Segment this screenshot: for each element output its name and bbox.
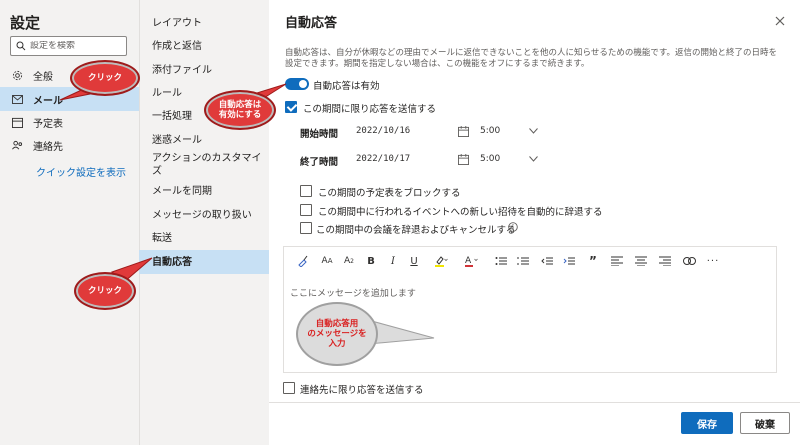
link-icon[interactable] — [682, 254, 696, 268]
start-date-value: 2022/10/16 — [356, 126, 411, 136]
numbering-icon[interactable] — [516, 254, 530, 268]
period-only-checkbox[interactable] — [285, 101, 297, 113]
start-time-label: 開始時間 — [300, 129, 339, 140]
pane-scrollbar[interactable] — [792, 40, 796, 400]
bold-icon[interactable]: B — [364, 254, 378, 268]
decline-cancel-checkbox[interactable] — [300, 222, 312, 234]
start-date-field[interactable]: 2022/10/16 — [356, 121, 469, 141]
period-only-label: この期間に限り応答を送信する — [303, 104, 437, 115]
end-date-field[interactable]: 2022/10/17 — [356, 149, 469, 169]
superscript-icon[interactable]: A2 — [342, 254, 356, 268]
annotation-enable-autoreply: 自動応答は 有効にする — [204, 90, 276, 130]
annotation-message-line1: 自動応答用 — [315, 319, 359, 329]
align-center-icon[interactable] — [634, 254, 648, 268]
font-color-icon[interactable]: A — [464, 254, 478, 268]
nav-people[interactable]: 連絡先 — [0, 133, 139, 157]
end-time-field[interactable]: 5:00 — [480, 149, 538, 169]
block-calendar-label: この期間の予定表をブロックする — [318, 188, 461, 199]
end-time-value: 5:00 — [480, 154, 501, 164]
start-time-value: 5:00 — [480, 126, 501, 136]
decline-cancel-label: この期間中の会議を辞退およびキャンセルする — [316, 225, 516, 236]
contacts-only-label: 連絡先に限り応答を送信する — [300, 385, 424, 396]
end-time-label: 終了時間 — [300, 157, 339, 168]
discard-button[interactable]: 破棄 — [740, 412, 790, 434]
annotation-enable-line2: 有効にする — [218, 110, 262, 120]
annotation-enable-text: 自動応答は 有効にする — [219, 100, 262, 120]
decrease-indent-icon[interactable] — [540, 254, 554, 268]
save-button[interactable]: 保存 — [681, 412, 733, 434]
highlight-icon[interactable] — [434, 254, 448, 268]
chevron-down-icon[interactable] — [529, 128, 538, 134]
nav-general-label: 全般 — [33, 71, 53, 83]
calendar-picker-icon[interactable] — [458, 153, 469, 165]
pane-description: 自動応答は、自分が休暇などの理由でメールに返信できないことを他の人に知らせるため… — [285, 48, 777, 69]
start-time-field[interactable]: 5:00 — [480, 121, 538, 141]
editor-placeholder: ここにメッセージを追加します — [290, 289, 416, 299]
increase-indent-icon[interactable] — [562, 254, 576, 268]
nav-calendar[interactable]: 予定表 — [0, 110, 139, 134]
auto-reply-toggle-label: 自動応答は有効 — [313, 81, 380, 92]
nav-calendar-label: 予定表 — [33, 118, 63, 130]
contacts-only-checkbox[interactable] — [283, 382, 295, 394]
annotation-click-mail-text: クリック — [87, 73, 122, 83]
decline-invites-label: この期間中に行われるイベントへの新しい招待を自動的に辞退する — [318, 207, 603, 218]
block-calendar-checkbox[interactable] — [300, 185, 312, 197]
more-options-icon[interactable]: ··· — [706, 254, 720, 268]
end-date-value: 2022/10/17 — [356, 154, 411, 164]
settings-search-box[interactable] — [10, 36, 127, 56]
quick-settings-link[interactable]: クイック設定を表示 — [36, 164, 126, 179]
italic-icon[interactable]: I — [386, 254, 400, 268]
gear-icon — [12, 70, 23, 80]
subnav-sync[interactable]: メールを同期 — [139, 185, 269, 198]
mail-icon — [12, 94, 23, 104]
subnav-junk[interactable]: 迷惑メール — [139, 134, 269, 147]
subnav-forwarding[interactable]: 転送 — [139, 232, 269, 245]
chevron-down-icon[interactable] — [529, 156, 538, 162]
search-icon — [16, 41, 26, 51]
subnav-customize-actions[interactable]: アクションのカスタマイズ — [139, 152, 269, 178]
quote-icon[interactable]: ” — [586, 254, 600, 268]
subnav-compose-reply[interactable]: 作成と返信 — [139, 40, 269, 53]
calendar-icon — [12, 117, 23, 128]
auto-reply-toggle[interactable] — [285, 78, 309, 90]
align-left-icon[interactable] — [610, 254, 624, 268]
subnav-attachments[interactable]: 添付ファイル — [139, 64, 269, 77]
annotation-click-autoreply-text: クリック — [87, 286, 122, 296]
annotation-click-autoreply: クリック — [74, 272, 136, 310]
align-right-icon[interactable] — [658, 254, 672, 268]
format-painter-icon[interactable] — [296, 254, 310, 268]
nav-people-label: 連絡先 — [33, 141, 63, 153]
calendar-picker-icon[interactable] — [458, 125, 469, 137]
annotation-enter-message: 自動応答用 のメッセージを 入力 — [296, 302, 378, 366]
info-icon[interactable] — [508, 222, 518, 232]
annotation-message-text: 自動応答用 のメッセージを 入力 — [307, 319, 366, 349]
footer-divider — [269, 402, 800, 403]
svg-text:A: A — [465, 256, 472, 266]
underline-icon[interactable]: U — [407, 254, 421, 268]
settings-search-input[interactable] — [30, 41, 120, 51]
subnav-message-handling[interactable]: メッセージの取り扱い — [139, 209, 269, 222]
nav-mail-label: メール — [33, 95, 63, 107]
annotation-message-line2: のメッセージを — [307, 329, 367, 339]
people-icon — [12, 140, 23, 149]
close-icon[interactable] — [773, 14, 787, 28]
subnav-layout[interactable]: レイアウト — [139, 17, 269, 30]
annotation-click-mail: クリック — [70, 60, 140, 96]
font-size-icon[interactable]: AA — [320, 254, 334, 268]
annotation-message-line3: 入力 — [328, 339, 346, 349]
settings-title: 設定 — [10, 14, 41, 32]
decline-invites-checkbox[interactable] — [300, 204, 312, 216]
annotation-enable-line1: 自動応答は — [218, 100, 262, 110]
bullets-icon[interactable] — [494, 254, 508, 268]
subnav-automatic-replies[interactable]: 自動応答 — [139, 250, 269, 274]
pane-title: 自動応答 — [285, 16, 338, 31]
